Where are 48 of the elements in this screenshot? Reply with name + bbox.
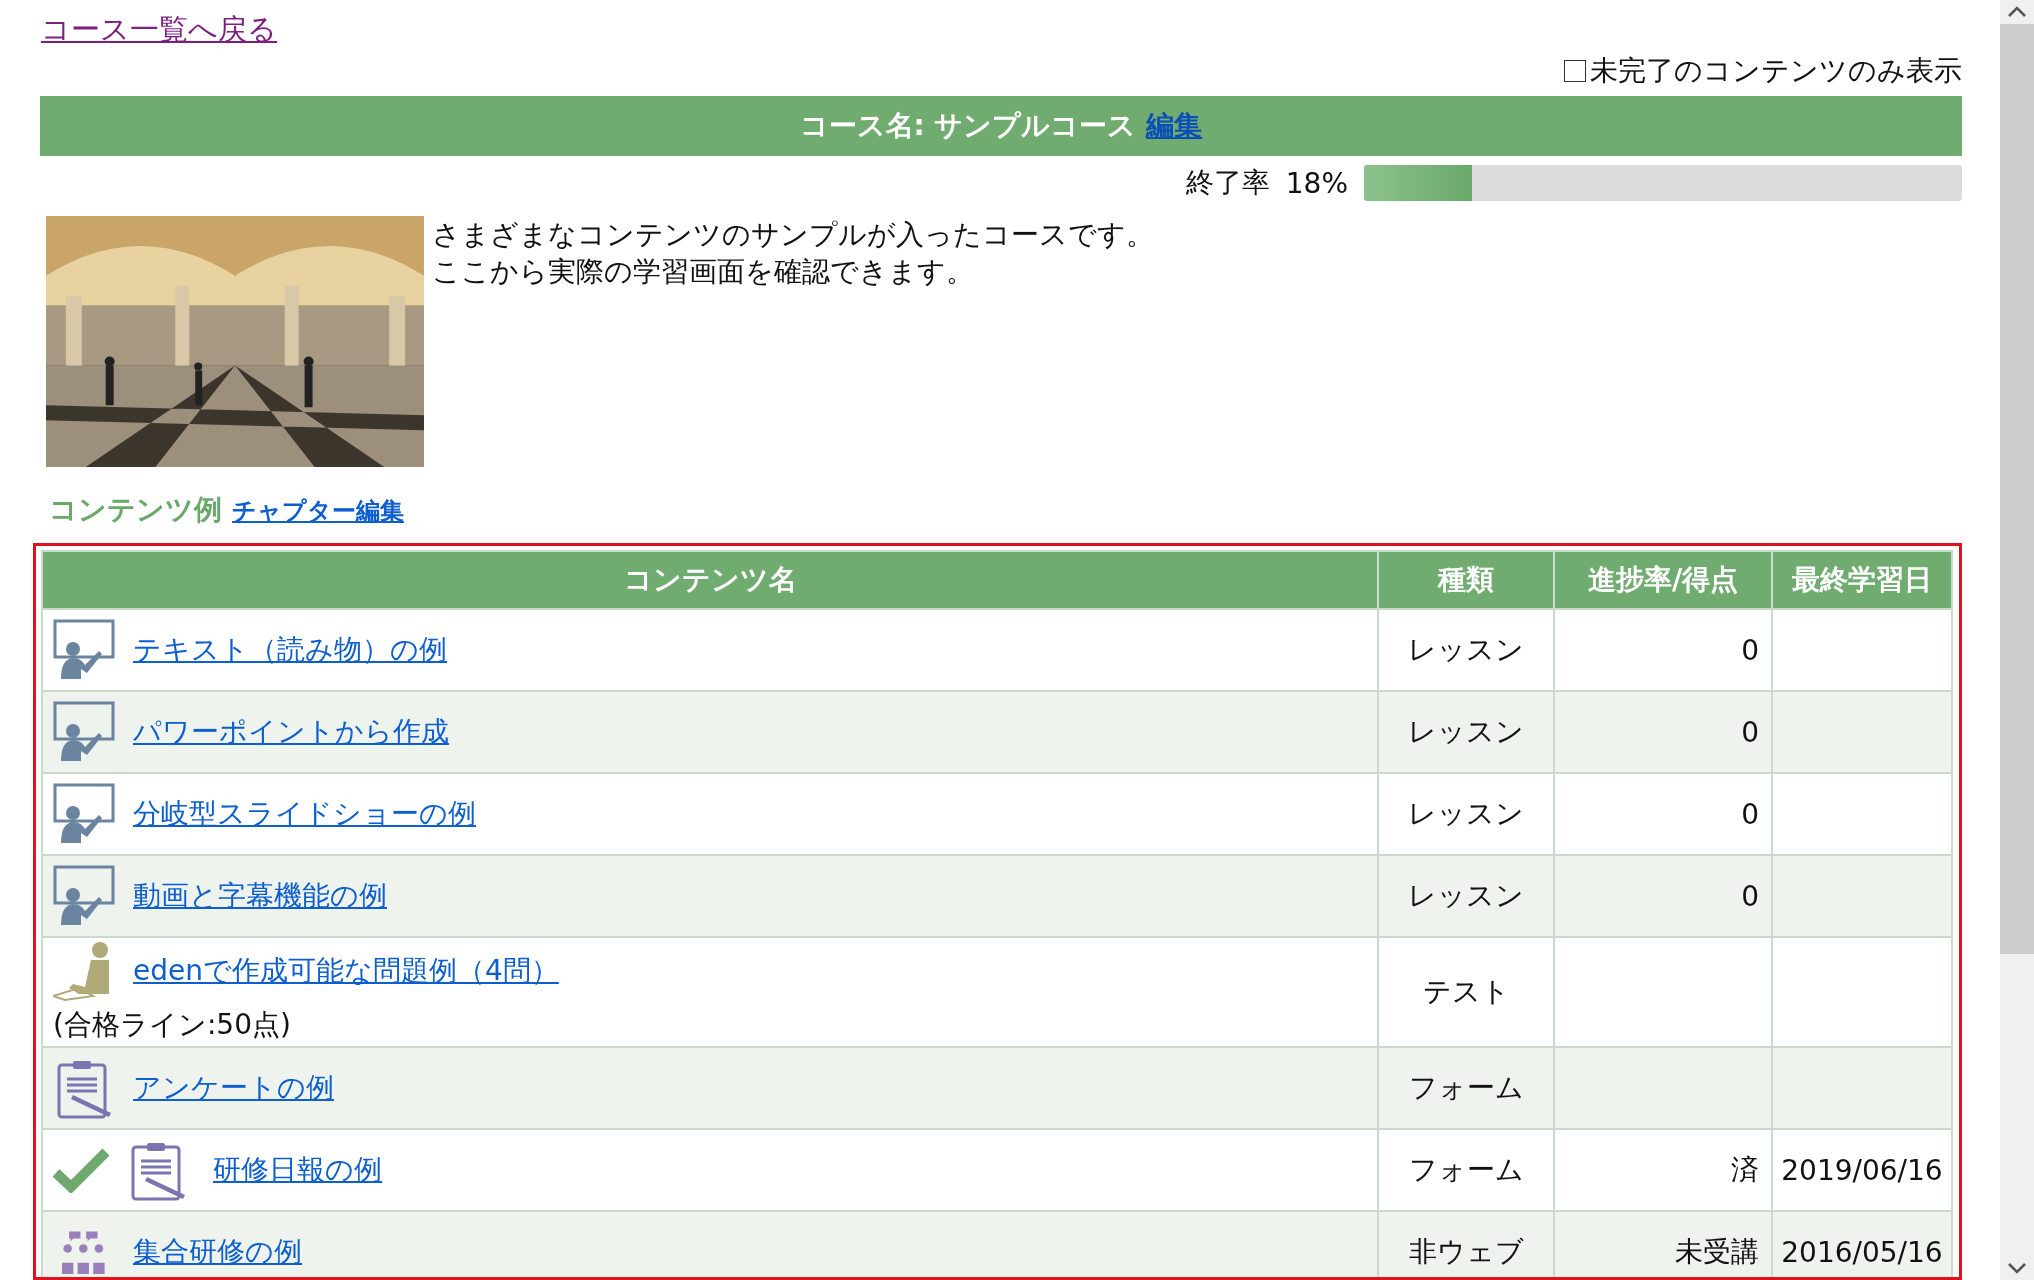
content-link[interactable]: アンケートの例 (133, 1069, 334, 1107)
teacher-icon (53, 701, 115, 763)
column-header: 種類 (1378, 551, 1554, 609)
pass-line-note: (合格ライン:50点) (53, 1007, 292, 1043)
teacher-icon (53, 865, 115, 927)
progress-score: 未受講 (1675, 1235, 1759, 1268)
chapter-edit-link[interactable]: チャプター編集 (232, 495, 404, 527)
teacher-icon (53, 783, 115, 845)
content-type: レッスン (1408, 715, 1524, 748)
course-title: コース名: サンプルコース (799, 108, 1137, 144)
check-icon (53, 1147, 109, 1193)
content-type: 非ウェブ (1408, 1235, 1524, 1268)
scrollbar[interactable] (2000, 0, 2034, 1280)
content-type: レッスン (1408, 633, 1524, 666)
content-link[interactable]: パワーポイントから作成 (133, 713, 449, 751)
content-link[interactable]: 分岐型スライドショーの例 (133, 795, 476, 833)
content-type: レッスン (1408, 797, 1524, 830)
content-link[interactable]: 集合研修の例 (133, 1233, 302, 1271)
content-link[interactable]: テキスト（読み物）の例 (133, 631, 447, 669)
course-description: さまざまなコンテンツのサンプルが入ったコースです。 (432, 217, 1154, 253)
progress-score: 0 (1741, 797, 1759, 831)
column-header: 最終学習日 (1772, 551, 1952, 609)
content-type: フォーム (1408, 1071, 1524, 1104)
content-link[interactable]: 動画と字幕機能の例 (133, 877, 387, 915)
filter-label: 未完了のコンテンツのみ表示 (1590, 53, 1962, 89)
chapter-title: コンテンツ例 (49, 492, 222, 528)
scroll-down-icon[interactable] (2007, 1262, 2027, 1274)
checkbox[interactable] (1564, 60, 1586, 82)
course-description: ここから実際の学習画面を確認できます。 (432, 254, 975, 290)
scroll-up-icon[interactable] (2007, 6, 2027, 18)
teacher-icon (53, 619, 115, 681)
content-type: レッスン (1408, 879, 1524, 912)
content-link[interactable]: 研修日報の例 (213, 1151, 382, 1189)
last-study-date: 2016/05/16 (1781, 1235, 1943, 1269)
progress-score: 0 (1741, 633, 1759, 667)
content-type: テスト (1422, 975, 1510, 1008)
progress-score: 0 (1741, 715, 1759, 749)
progress-score: 0 (1741, 879, 1759, 913)
content-type: フォーム (1408, 1153, 1524, 1186)
progress-score: 済 (1731, 1153, 1759, 1186)
column-header: 進捗率/得点 (1554, 551, 1772, 609)
last-study-date: 2019/06/16 (1781, 1153, 1943, 1187)
column-header: コンテンツ名 (42, 551, 1378, 609)
content-link[interactable]: edenで作成可能な問題例（4問） (133, 952, 559, 990)
back-link[interactable]: コース一覧へ戻る (41, 12, 277, 46)
scroll-thumb[interactable] (2000, 24, 2034, 954)
completion-label: 終了率 (1185, 165, 1270, 201)
completion-value: 18% (1285, 166, 1348, 200)
